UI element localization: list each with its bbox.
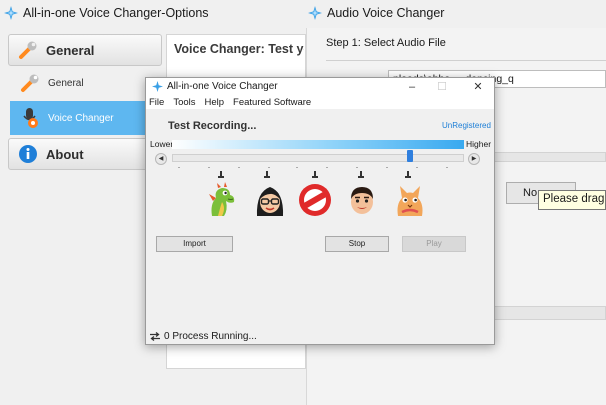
tick: [296, 167, 298, 168]
process-status: 0 Process Running...: [164, 331, 257, 342]
tick: [446, 167, 448, 168]
sidebar-item-label: General: [48, 77, 84, 89]
man-icon[interactable]: [344, 182, 380, 218]
general-section-header[interactable]: General: [8, 34, 162, 66]
pitch-slider-track[interactable]: [172, 154, 464, 162]
microphone-settings-icon: [23, 108, 38, 128]
test-recording-label[interactable]: Test Recording...: [168, 120, 256, 132]
options-window-title: All-in-one Voice Changer-Options: [4, 6, 209, 20]
dragon-icon[interactable]: [204, 182, 240, 218]
audio-title-text: Audio Voice Changer: [327, 6, 445, 20]
menu-help[interactable]: Help: [205, 97, 225, 108]
preset-marker: [264, 171, 270, 179]
sidebar-item-voice-changer[interactable]: Voice Changer: [10, 101, 160, 135]
frame-band: [490, 306, 606, 320]
status-bar: 0 Process Running...: [146, 329, 494, 344]
menu-bar: File Tools Help Featured Software: [149, 97, 311, 108]
no-entry-icon[interactable]: [297, 182, 333, 218]
tick: [386, 167, 388, 168]
woman-glasses-icon[interactable]: [252, 182, 288, 218]
dialog-main-area: Test Recording... UnRegistered Lower Hig…: [146, 109, 494, 329]
wrench-icon: [21, 74, 39, 92]
general-header-label: General: [46, 42, 95, 58]
maximize-button[interactable]: ☐: [427, 78, 457, 96]
pitch-gradient-bar: [172, 140, 464, 149]
panel-title: Voice Changer: Test you: [174, 42, 304, 56]
tick: [268, 167, 270, 168]
audio-window-title: Audio Voice Changer: [308, 6, 444, 20]
app-star-icon: [152, 81, 163, 92]
pitch-increase-button[interactable]: ▶: [468, 153, 480, 165]
import-button[interactable]: Import: [156, 236, 233, 252]
options-sidebar: General General Voice Changer About: [8, 34, 162, 170]
sidebar-item-general[interactable]: General: [10, 66, 160, 100]
lower-label: Lower: [150, 139, 174, 149]
pitch-decrease-button[interactable]: ◀: [155, 153, 167, 165]
tick: [208, 167, 210, 168]
minimize-button[interactable]: –: [397, 78, 427, 96]
higher-label: Higher: [466, 139, 492, 149]
menu-featured-software[interactable]: Featured Software: [233, 97, 311, 108]
step1-label: Step 1: Select Audio File: [326, 37, 446, 49]
frame-band: [490, 152, 606, 162]
preset-marker: [405, 171, 411, 179]
about-section-header[interactable]: About: [8, 138, 162, 170]
app-star-icon: [4, 6, 18, 20]
voice-changer-dialog: All-in-one Voice Changer – ☐ ✕ File Tool…: [145, 77, 495, 345]
info-icon: [19, 145, 37, 163]
tick: [326, 167, 328, 168]
close-button[interactable]: ✕: [463, 78, 493, 96]
drag-tooltip: Please drag t: [538, 190, 606, 210]
wrench-icon: [19, 41, 37, 59]
about-header-label: About: [46, 146, 84, 162]
cat-icon[interactable]: [392, 182, 428, 218]
divider: [326, 60, 606, 61]
pitch-slider-thumb[interactable]: [406, 150, 413, 162]
menu-tools[interactable]: Tools: [173, 97, 195, 108]
registration-link[interactable]: UnRegistered: [442, 121, 491, 130]
dialog-title-text: All-in-one Voice Changer: [167, 81, 278, 92]
preset-marker: [218, 171, 224, 179]
play-button[interactable]: Play: [402, 236, 466, 252]
tick: [238, 167, 240, 168]
transfer-arrows-icon: [150, 332, 160, 341]
tick: [178, 167, 180, 168]
sidebar-item-label: Voice Changer: [48, 112, 114, 124]
tick: [416, 167, 418, 168]
tick: [356, 167, 358, 168]
app-star-icon: [308, 6, 322, 20]
dialog-title: All-in-one Voice Changer: [152, 81, 278, 92]
stop-button[interactable]: Stop: [325, 236, 389, 252]
preset-marker: [312, 171, 318, 179]
preset-marker: [358, 171, 364, 179]
options-title-text: All-in-one Voice Changer-Options: [23, 6, 209, 20]
menu-file[interactable]: File: [149, 97, 164, 108]
